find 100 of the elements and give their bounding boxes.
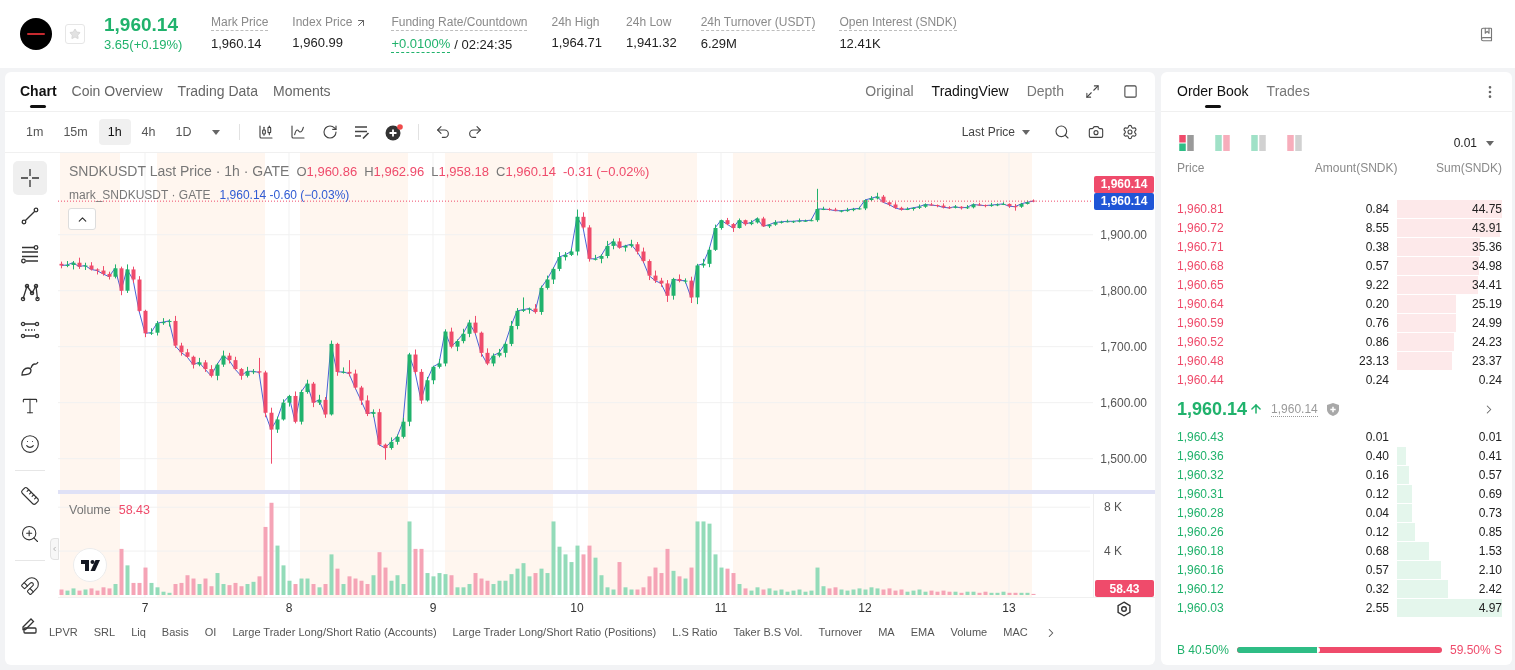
stat-value: 12.41K [839, 36, 881, 52]
price-source-dropdown[interactable]: Last Price [961, 123, 1030, 141]
interval-tab[interactable]: 1m [17, 119, 53, 145]
mark-series-title: mark_SNDKUSDT · GATE [69, 187, 211, 204]
chart-section-tab[interactable]: Moments [273, 72, 331, 111]
chart-section-tab[interactable]: Trading Data [177, 72, 258, 111]
order-amount: 0.12 [1364, 523, 1389, 541]
order-sum: 0.41 [1478, 447, 1502, 465]
indicator-button[interactable]: LPVR [49, 624, 78, 641]
pattern-tool-icon [20, 282, 40, 302]
interval-tab[interactable]: 15m [54, 119, 97, 145]
volume-axis-label: 8 K [1104, 500, 1122, 515]
price-change: -0.31 (−0.02%) [563, 162, 650, 181]
indicator-button[interactable]: SRL [93, 624, 116, 641]
book-layout-icon [1286, 135, 1302, 151]
stat-label[interactable]: Funding Rate/Countdown [391, 15, 528, 31]
indicator-button[interactable]: EMA [910, 624, 935, 641]
settings-icon [1122, 124, 1138, 140]
line-chart-icon [289, 124, 306, 140]
order-sum: 0.24 [1478, 371, 1502, 389]
time-axis-label: 9 [429, 601, 437, 615]
order-amount: 0.84 [1364, 200, 1389, 218]
time-axis-label: 12 [858, 601, 872, 615]
interval-tab[interactable]: 1D [166, 119, 201, 145]
caret-icon [211, 129, 220, 135]
stat-label: 24h High [551, 15, 600, 30]
chart-view-tab[interactable]: Depth [1026, 81, 1064, 102]
order-sum: 43.91 [1471, 219, 1502, 237]
order-sum: 0.01 [1478, 428, 1502, 446]
caret-icon [1022, 129, 1030, 135]
stat-value: 1,960.14 [211, 36, 262, 52]
interval-tab[interactable]: 4h [132, 119, 165, 145]
time-axis-label: 7 [141, 601, 149, 615]
indicator-button[interactable]: Turnover [818, 624, 863, 641]
chart-section-tab[interactable]: Coin Overview [71, 72, 163, 111]
indicator-button[interactable]: Taker B.S Vol. [733, 624, 803, 641]
chart-section-tab[interactable]: Chart [20, 72, 57, 111]
stat-label[interactable]: Index Price [292, 15, 353, 30]
drawing-tool-button[interactable] [13, 161, 47, 195]
stat-label[interactable]: Mark Price [211, 15, 269, 31]
smiley-icon [20, 434, 40, 454]
collapse-legend-button[interactable] [68, 208, 96, 230]
stat-label[interactable]: 24h Turnover (USDT) [700, 15, 816, 31]
order-sum: 23.37 [1471, 352, 1502, 370]
ask-price: 1,960.65 [1177, 276, 1225, 294]
depth-bar [1397, 484, 1412, 503]
indicator-button[interactable]: OI [204, 624, 217, 641]
hexagon-gear-icon [1116, 601, 1132, 617]
ask-price: 1,960.68 [1177, 257, 1225, 275]
order-amount: 0.76 [1364, 314, 1389, 332]
order-book-tab[interactable]: Trades [1266, 72, 1310, 111]
indicator-button[interactable]: Large Trader Long/Short Ratio (Positions) [452, 624, 657, 641]
stat-label[interactable]: Open Interest (SNDK) [839, 15, 957, 31]
bid-price: 1,960.28 [1177, 504, 1225, 522]
indicator-button[interactable]: Basis [161, 624, 189, 641]
undo-icon [434, 124, 451, 140]
order-amount: 0.57 [1364, 257, 1389, 275]
bid-price: 1,960.36 [1177, 447, 1225, 465]
add-button[interactable] [383, 122, 404, 142]
order-sum: 0.73 [1478, 504, 1502, 522]
order-amount: 0.68 [1364, 542, 1389, 560]
indicator-button[interactable]: MA [878, 624, 895, 641]
time-axis-label: 13 [1002, 601, 1016, 615]
book-layout-button[interactable] [1177, 134, 1195, 152]
indicator-button[interactable]: Liq [131, 624, 146, 641]
depth-bar [1397, 560, 1442, 579]
bid-price: 1,960.31 [1177, 485, 1225, 503]
order-book-tab[interactable]: Order Book [1177, 72, 1249, 111]
indicator-button[interactable]: Volume [950, 624, 988, 641]
stat-value: 1,960.99 [292, 35, 343, 51]
plus-circle-icon [384, 123, 403, 141]
stat-value: 6.29M [700, 36, 737, 52]
order-sum: 34.98 [1471, 257, 1502, 275]
indicator-button[interactable]: L.S Ratio [672, 624, 718, 641]
book-layout-icon [1250, 135, 1266, 151]
depth-bar [1397, 503, 1413, 522]
bid-price: 1,960.32 [1177, 466, 1225, 484]
collapse-toolbar-handle[interactable] [50, 538, 59, 560]
book-layout-icon [1178, 135, 1194, 151]
bid-price: 1,960.16 [1177, 561, 1225, 579]
order-sum: 24.23 [1471, 333, 1502, 351]
order-amount: 0.16 [1364, 466, 1389, 484]
column-header: Amount(SNDK) [1314, 160, 1398, 177]
interval-tab[interactable]: 1h [98, 119, 131, 145]
settings-button[interactable] [1120, 122, 1140, 142]
order-amount: 23.13 [1357, 352, 1389, 370]
order-sum: 0.69 [1478, 485, 1502, 503]
column-header: Price [1177, 160, 1206, 177]
order-sum: 1.53 [1478, 542, 1502, 560]
indicator-button[interactable]: Large Trader Long/Short Ratio (Accounts) [232, 624, 437, 641]
chart-settings-button[interactable] [1115, 600, 1133, 618]
price-axis-label: 1,700.00 [1100, 339, 1147, 354]
chart-view-tab[interactable]: Original [865, 81, 914, 102]
volume-axis-label: 4 K [1104, 544, 1122, 559]
indicator-button[interactable]: MAC [1003, 624, 1028, 641]
order-sum: 35.36 [1471, 238, 1502, 256]
chart-view-tab[interactable]: TradingView [931, 81, 1009, 102]
ask-price: 1,960.72 [1177, 219, 1225, 237]
precision-dropdown[interactable]: 0.01 [1453, 134, 1494, 152]
order-sum: 0.57 [1478, 466, 1502, 484]
